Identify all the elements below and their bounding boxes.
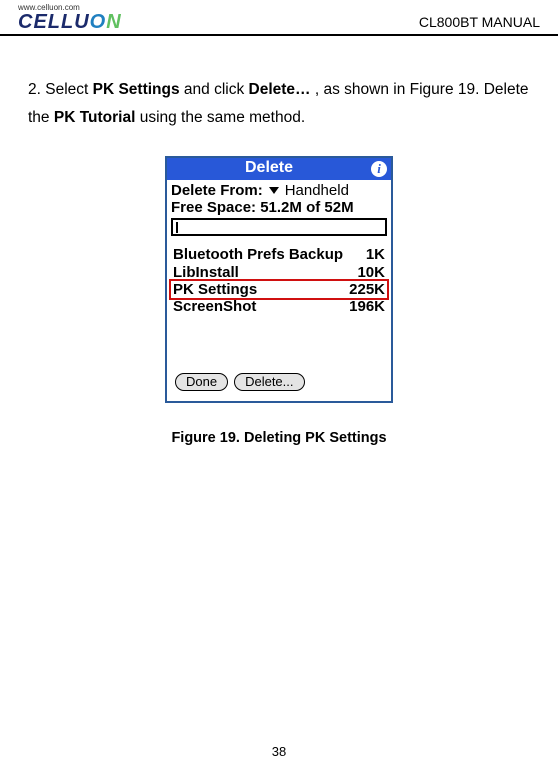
delete-from-label: Delete From: [171,182,263,199]
instruction-text: 2. Select PK Settings and click Delete… … [28,76,530,132]
file-list: Bluetooth Prefs Backup 1K LibInstall 10K… [171,246,387,369]
palm-title-text: Delete [167,154,371,183]
brand-logo: www.celluon.com CELLUON [18,4,122,32]
file-size: 225K [349,281,385,298]
brand-o2: N [106,11,121,33]
delete-from-value: Handheld [285,182,349,199]
screenshot-container: Delete i Delete From: Handheld Free Spac… [28,156,530,404]
file-name: PK Settings [173,281,257,298]
delete-button[interactable]: Delete... [234,373,304,391]
list-spacer [171,315,387,369]
delete-from-row[interactable]: Delete From: Handheld [171,182,387,199]
file-name: Bluetooth Prefs Backup [173,246,343,263]
page-number: 38 [0,744,558,759]
dropdown-arrow-icon [269,187,279,194]
figure-caption: Figure 19. Deleting PK Settings [28,425,530,451]
text-fragment: 2. Select [28,81,93,98]
text-fragment: using the same method. [135,109,305,126]
palm-delete-screen: Delete i Delete From: Handheld Free Spac… [165,156,393,404]
free-space-text: Free Space: 51.2M of 52M [171,199,354,216]
manual-title: CL800BT MANUAL [419,14,540,32]
list-item[interactable]: Bluetooth Prefs Backup 1K [171,246,387,263]
done-button[interactable]: Done [175,373,228,391]
file-size: 10K [357,264,385,281]
palm-title-bar: Delete i [167,158,391,180]
logo-brand: CELLUON [18,12,122,32]
file-size: 196K [349,298,385,315]
file-name: ScreenShot [173,298,256,315]
page-header: www.celluon.com CELLUON CL800BT MANUAL [0,0,558,36]
bold-pk-tutorial: PK Tutorial [54,109,136,126]
palm-button-row: Done Delete... [171,369,387,395]
file-size: 1K [366,246,385,263]
file-name: LibInstall [173,264,239,281]
page-content: 2. Select PK Settings and click Delete… … [0,36,558,451]
info-icon[interactable]: i [371,161,387,177]
bold-delete: Delete… [249,81,311,98]
list-item-selected[interactable]: PK Settings 225K [169,279,389,300]
brand-text: CELLU [18,11,90,33]
palm-body: Delete From: Handheld Free Space: 51.2M … [167,180,391,402]
filter-input[interactable] [171,218,387,236]
free-space-row: Free Space: 51.2M of 52M [171,199,387,216]
list-item[interactable]: ScreenShot 196K [171,298,387,315]
bold-pk-settings: PK Settings [93,81,180,98]
brand-o1: O [90,11,107,33]
text-fragment: and click [180,81,249,98]
